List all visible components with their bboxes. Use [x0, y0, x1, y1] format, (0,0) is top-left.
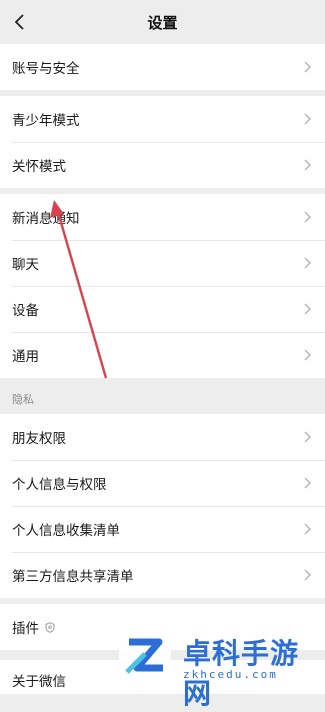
- top-bar: 设置: [0, 0, 325, 44]
- settings-item-care-mode[interactable]: 关怀模式: [0, 142, 325, 188]
- settings-item-devices[interactable]: 设备: [0, 286, 325, 332]
- settings-item-chat[interactable]: 聊天: [0, 240, 325, 286]
- settings-item-label: 关怀模式: [12, 159, 66, 175]
- chevron-right-icon: [304, 349, 311, 361]
- settings-item-label: 账号与安全: [12, 61, 80, 77]
- settings-group-account: 账号与安全: [0, 44, 325, 90]
- settings-item-label: 个人信息收集清单: [12, 523, 120, 539]
- settings-item-label: 朋友权限: [12, 431, 66, 447]
- chevron-right-icon: [304, 303, 311, 315]
- watermark: 卓科手游网 zkhcedu.com: [115, 624, 325, 710]
- settings-group-general: 新消息通知 聊天 设备 通用: [0, 194, 325, 378]
- chevron-right-icon: [304, 211, 311, 223]
- back-button[interactable]: [8, 10, 32, 34]
- chevron-right-icon: [304, 61, 311, 73]
- settings-item-notifications[interactable]: 新消息通知: [0, 194, 325, 240]
- settings-item-label: 新消息通知: [12, 211, 80, 227]
- settings-group-privacy: 朋友权限 个人信息与权限 个人信息收集清单 第三方信息共享清单: [0, 414, 325, 598]
- page-title: 设置: [147, 13, 178, 32]
- settings-item-label: 通用: [12, 349, 39, 365]
- chevron-right-icon: [304, 569, 311, 581]
- chevron-right-icon: [304, 159, 311, 171]
- settings-item-label: 设备: [12, 303, 39, 319]
- settings-item-teen-mode[interactable]: 青少年模式: [0, 96, 325, 142]
- chevron-right-icon: [304, 523, 311, 535]
- settings-item-personal-info-permissions[interactable]: 个人信息与权限: [0, 460, 325, 506]
- watermark-url: zkhcedu.com: [183, 668, 278, 681]
- settings-item-third-party-sharing[interactable]: 第三方信息共享清单: [0, 552, 325, 598]
- chevron-left-icon: [14, 14, 24, 30]
- settings-item-label: 插件: [12, 621, 39, 637]
- settings-item-label: 个人信息与权限: [12, 477, 107, 493]
- settings-item-label: 关于微信: [12, 674, 66, 690]
- settings-item-label: 青少年模式: [12, 113, 80, 129]
- settings-item-personal-info-collection[interactable]: 个人信息收集清单: [0, 506, 325, 552]
- section-label-privacy: 隐私: [12, 393, 34, 406]
- settings-item-account-security[interactable]: 账号与安全: [0, 44, 325, 90]
- chevron-right-icon: [304, 113, 311, 125]
- chevron-right-icon: [304, 257, 311, 269]
- settings-group-modes: 青少年模式 关怀模式: [0, 96, 325, 188]
- chevron-right-icon: [304, 431, 311, 443]
- settings-item-label: 聊天: [12, 257, 39, 273]
- watermark-logo-icon: [119, 630, 171, 680]
- settings-item-friend-permissions[interactable]: 朋友权限: [0, 414, 325, 460]
- shield-icon: [45, 621, 55, 633]
- settings-item-label: 第三方信息共享清单: [12, 569, 134, 585]
- chevron-right-icon: [304, 477, 311, 489]
- settings-item-general[interactable]: 通用: [0, 332, 325, 378]
